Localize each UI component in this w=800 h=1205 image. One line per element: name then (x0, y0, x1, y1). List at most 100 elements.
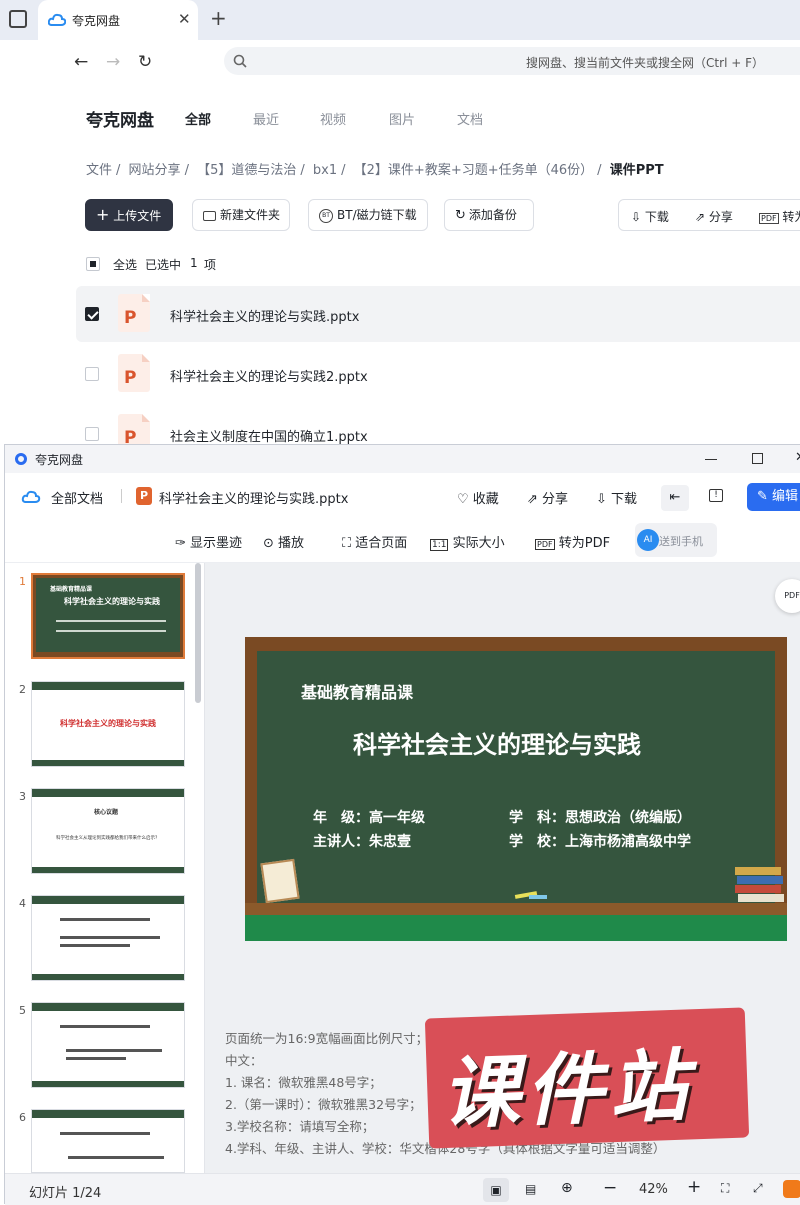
selection-bar: 全选 已选中 1 项 (86, 256, 286, 272)
fit-icon: ⛶ (342, 536, 352, 551)
to-pdf-label: 转为PDF (558, 536, 611, 551)
new-folder-button[interactable]: 新建文件夹 (192, 199, 290, 231)
breadcrumb-item[interactable]: bx1 (313, 163, 337, 178)
thumb-bottom-bar (32, 974, 184, 980)
show-ink-button[interactable]: ✑ 显示墨迹 (175, 532, 242, 551)
file-checkbox[interactable] (85, 367, 99, 381)
book (738, 894, 784, 902)
to-pdf-button[interactable]: PDF 转为PDF (535, 532, 610, 551)
send-to-phone-button[interactable]: AI 送到手机 (635, 523, 717, 557)
fullscreen-icon[interactable]: ⤢ (753, 1181, 763, 1196)
viewer-file-name: 科学社会主义的理论与实践.pptx (159, 492, 349, 507)
clipboard-illustration (260, 858, 300, 904)
thumb-board: 基础教育精品课 科学社会主义的理论与实践 (36, 578, 180, 652)
browser-tab-strip: 夸克网盘 ✕ + (0, 0, 800, 40)
viewer-share-button[interactable]: ⇗ 分享 (527, 488, 568, 507)
bt-download-button[interactable]: BT BT/磁力链下载 (308, 199, 428, 231)
feedback-icon[interactable]: ! (709, 489, 723, 502)
collect-label: 收藏 (472, 492, 499, 507)
slide-thumbnail[interactable] (31, 1109, 185, 1173)
slide-thumbnail-panel: 1 基础教育精品课 科学社会主义的理论与实践 2 科学社会主义的理论与实践 3 … (5, 563, 205, 1173)
collect-button[interactable]: ♡ 收藏 (457, 488, 499, 507)
quark-cloud-icon (48, 13, 66, 26)
fit-screen-icon[interactable]: ⛶ (721, 1181, 729, 1196)
file-checkbox[interactable] (85, 307, 99, 321)
thumb-text-line (60, 1132, 150, 1135)
file-name[interactable]: 科学社会主义的理论与实践2.pptx (170, 366, 368, 385)
close-window-icon[interactable]: ✕ (795, 450, 800, 465)
app-logo-icon (15, 453, 27, 465)
breadcrumb-item[interactable]: 【5】道德与法治 (197, 163, 296, 178)
play-icon: ⊙ (263, 536, 274, 551)
slide-thumbnail[interactable]: 科学社会主义的理论与实践 (31, 681, 185, 767)
breadcrumb-item[interactable]: 网站分享 (129, 163, 181, 178)
tab-all[interactable]: 全部 (185, 109, 211, 128)
export-icon[interactable]: ⇤ (661, 485, 689, 511)
globe-icon[interactable]: ⊕ (561, 1180, 573, 1196)
thumbnail-scrollbar[interactable] (195, 563, 201, 703)
share-action[interactable]: ⇗ 分享 (695, 208, 733, 225)
slide-title: 科学社会主义的理论与实践 (353, 731, 641, 759)
record-icon[interactable] (783, 1180, 800, 1198)
download-action[interactable]: ⇩ 下载 (631, 208, 669, 225)
ink-view-icon[interactable]: ▣ (483, 1178, 509, 1202)
breadcrumb-item[interactable]: 文件 (86, 163, 112, 178)
file-row[interactable]: P 科学社会主义的理论与实践.pptx (76, 286, 800, 342)
backup-label: 添加备份 (468, 208, 517, 222)
slide-thumbnail[interactable] (31, 1002, 185, 1088)
pdf-export-float-icon[interactable]: PDF (775, 579, 800, 613)
cloud-icon (21, 490, 41, 503)
thumb-text-line (68, 1156, 164, 1159)
slide-floor-band (245, 915, 787, 941)
tab-search-icon[interactable] (9, 10, 27, 28)
add-backup-button[interactable]: ↻ 添加备份 (444, 199, 534, 231)
select-all-label[interactable]: 全选 (113, 256, 137, 273)
browser-tab[interactable]: 夸克网盘 ✕ (38, 0, 198, 40)
file-name[interactable]: 社会主义制度在中国的确立1.pptx (170, 426, 368, 445)
thumb-info-line (56, 620, 166, 622)
play-label: 播放 (278, 536, 305, 551)
actual-size-button[interactable]: 1:1 实际大小 (430, 532, 505, 551)
back-icon[interactable]: ← (74, 52, 88, 72)
file-name[interactable]: 科学社会主义的理论与实践.pptx (170, 306, 359, 325)
file-checkbox[interactable] (85, 427, 99, 441)
edit-button[interactable]: ✎ 编辑 (747, 483, 800, 511)
search-input[interactable]: 搜网盘、搜当前文件夹或搜全网（Ctrl + F） (224, 47, 800, 75)
thumb-top-bar (32, 1110, 184, 1118)
pptx-file-icon: P (118, 294, 150, 332)
slide-thumbnail[interactable] (31, 895, 185, 981)
viewer-download-button[interactable]: ⇩ 下载 (596, 488, 637, 507)
fit-page-label: 适合页面 (355, 536, 408, 551)
slide-thumbnail[interactable]: 基础教育精品课 科学社会主义的理论与实践 (31, 573, 185, 659)
upload-label: 上传文件 (113, 209, 162, 223)
fit-page-button[interactable]: ⛶ 适合页面 (342, 532, 407, 551)
tab-docs[interactable]: 文档 (457, 109, 483, 128)
select-all-checkbox[interactable] (86, 257, 100, 271)
play-button[interactable]: ⊙ 播放 (263, 532, 304, 551)
zoom-in-icon[interactable]: + (687, 1177, 701, 1197)
minimize-icon[interactable] (705, 459, 717, 460)
all-docs-link[interactable]: 全部文档 (51, 488, 103, 507)
breadcrumb-item[interactable]: 【2】课件+教案+习题+任务单（46份） (354, 163, 594, 178)
tab-video[interactable]: 视频 (320, 109, 346, 128)
thumb-heading: 核心议题 (94, 809, 119, 816)
to-pdf-action[interactable]: PDF 转为 (759, 208, 800, 225)
slide-subject: 学 科：思想政治（统编版） (509, 810, 691, 826)
notes-view-icon[interactable]: ▤ (525, 1182, 536, 1196)
file-row[interactable]: P 科学社会主义的理论与实践2.pptx (76, 346, 800, 402)
reload-icon[interactable]: ↻ (138, 52, 152, 72)
upload-button[interactable]: + 上传文件 (85, 199, 173, 231)
show-ink-label: 显示墨迹 (190, 536, 243, 551)
pptx-small-icon: P (136, 487, 152, 505)
new-tab-icon[interactable]: + (210, 6, 227, 30)
maximize-icon[interactable] (752, 453, 763, 464)
tab-recent[interactable]: 最近 (253, 109, 279, 128)
tab-image[interactable]: 图片 (389, 109, 415, 128)
tab-close-icon[interactable]: ✕ (178, 10, 191, 28)
zoom-out-icon[interactable]: − (603, 1178, 617, 1198)
slide-thumbnail[interactable]: 核心议题 科学社会主义从理论到实践都给我们带来什么启示？ (31, 788, 185, 874)
download-icon: ⇩ (631, 210, 642, 224)
chalkboard: 基础教育精品课 科学社会主义的理论与实践 年 级：高一年级 学 科：思想政治（统… (257, 651, 784, 904)
forward-icon[interactable]: → (106, 52, 120, 72)
thumb-text-line (66, 1057, 126, 1060)
